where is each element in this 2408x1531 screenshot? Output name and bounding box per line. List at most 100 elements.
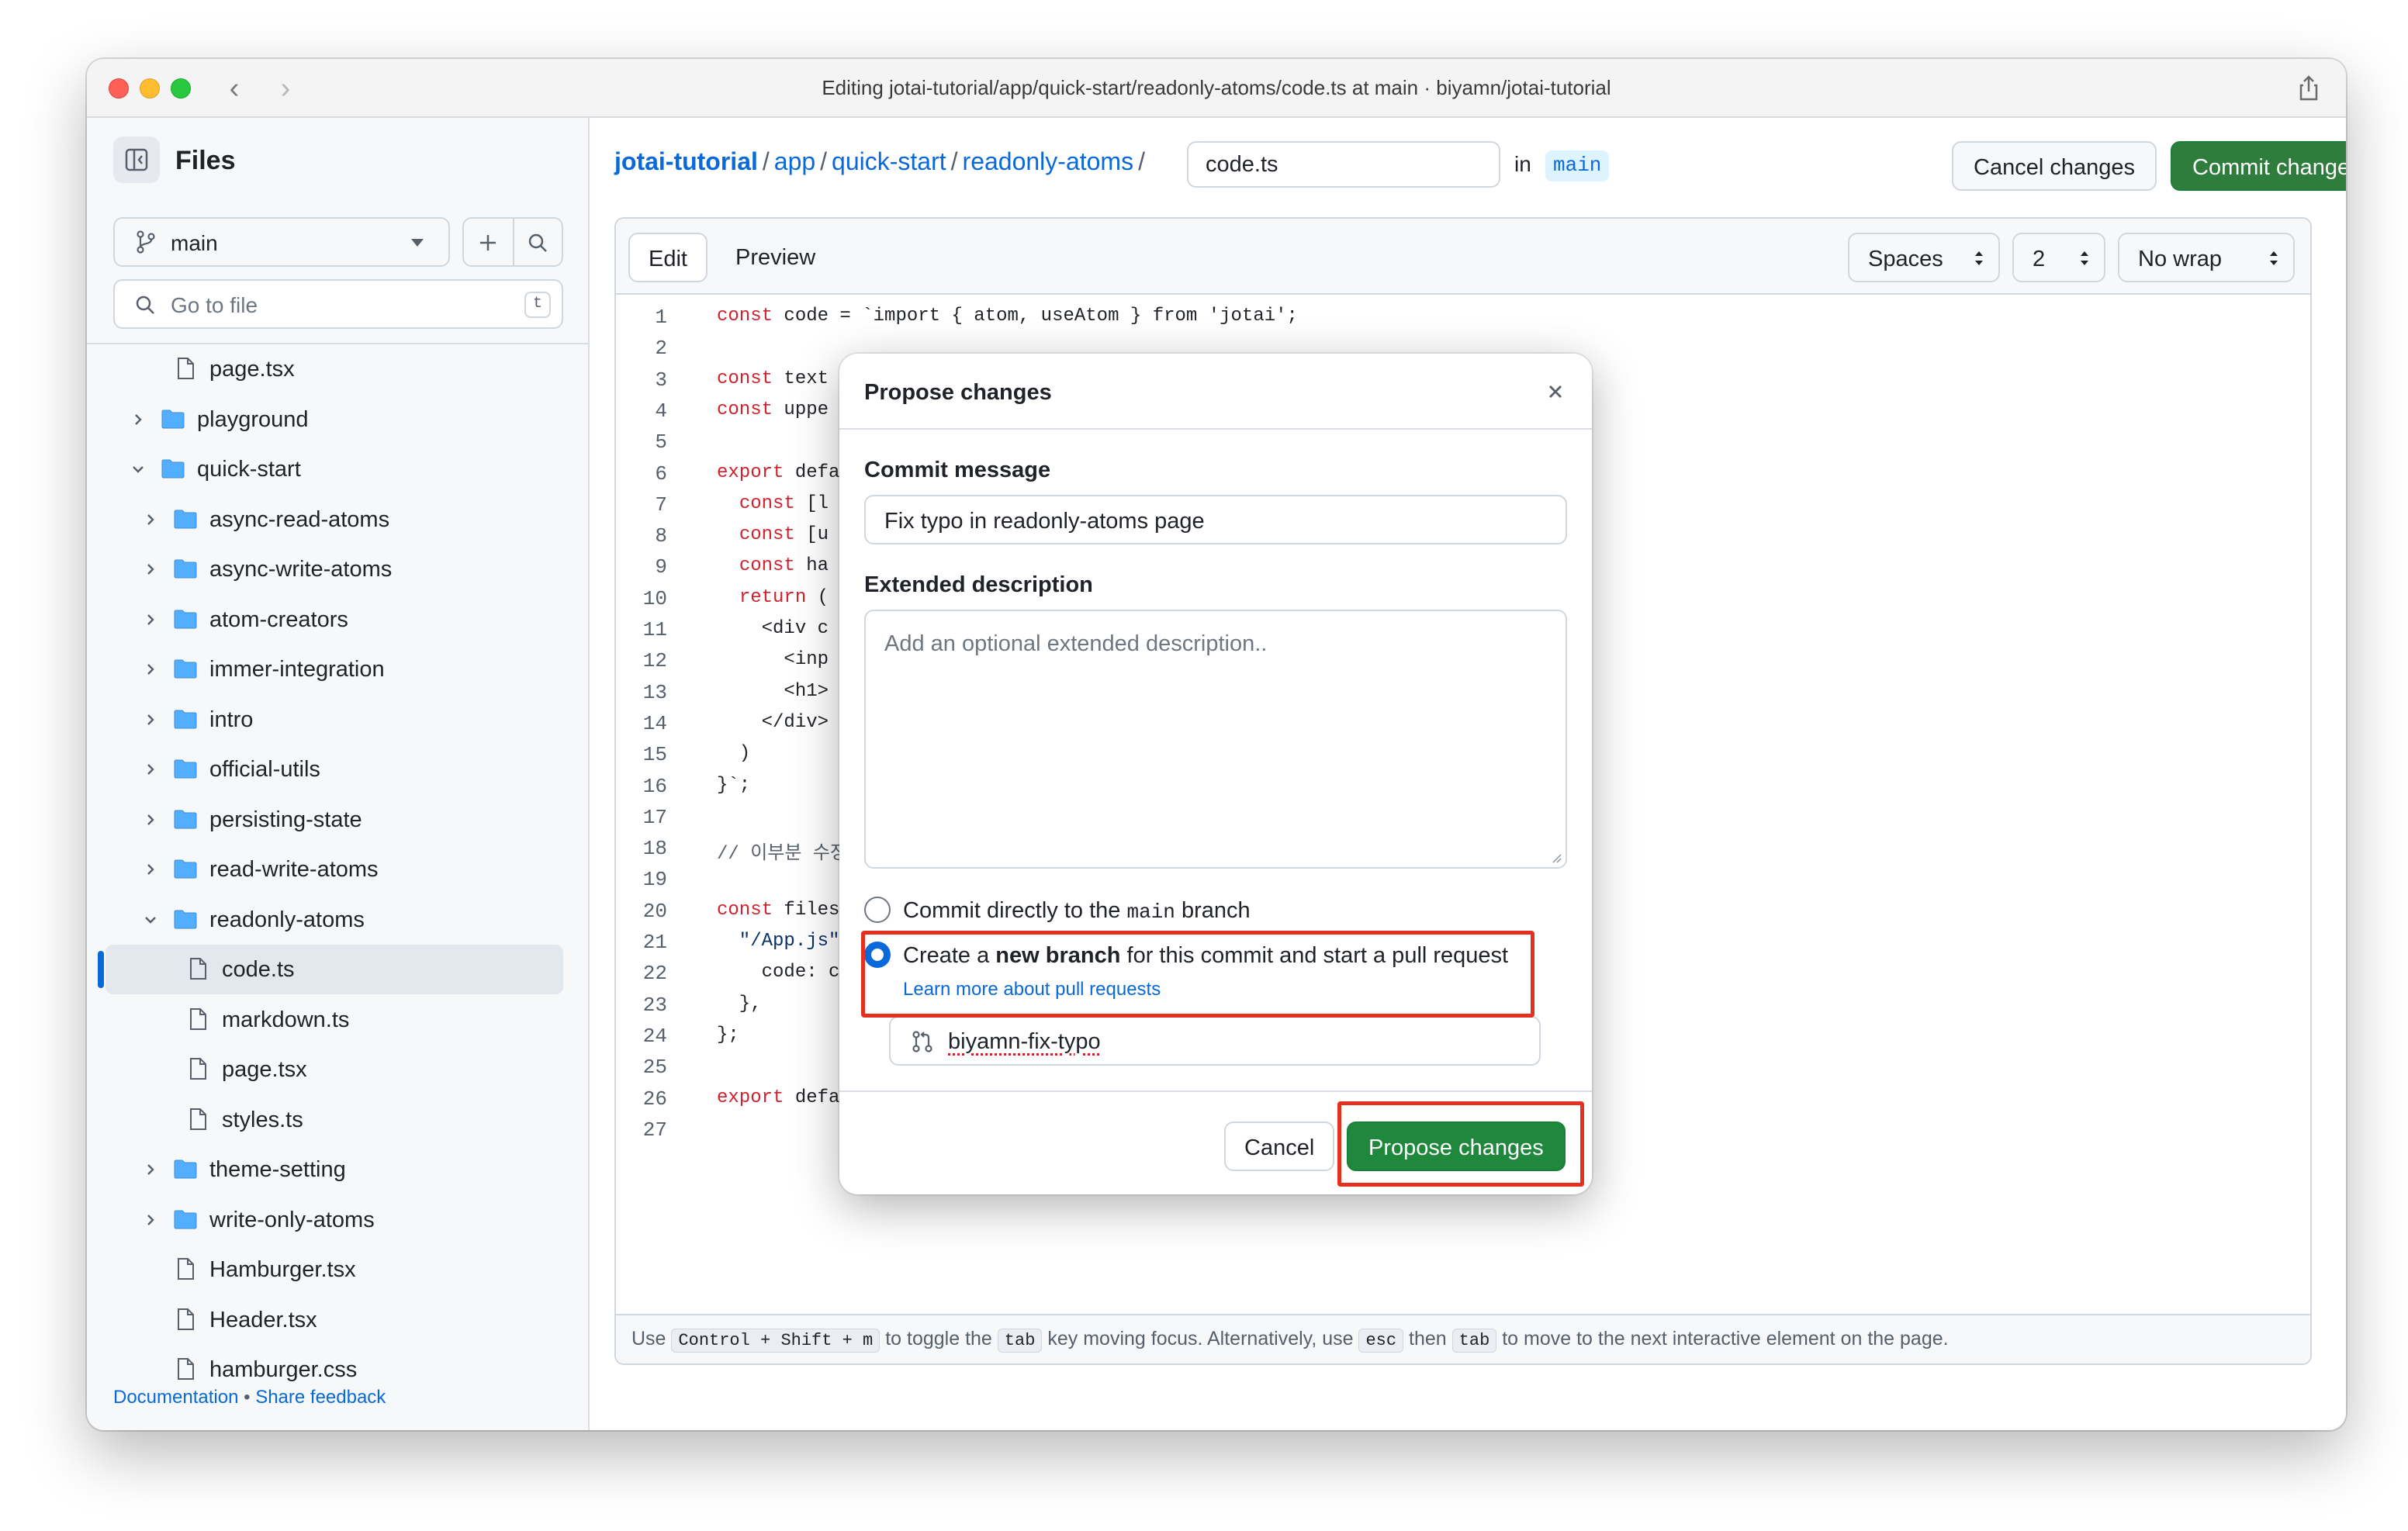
- breadcrumb-repo[interactable]: jotai-tutorial: [614, 147, 758, 175]
- tree-file[interactable]: code.ts: [87, 945, 588, 994]
- tree-item-label: markdown.ts: [222, 1007, 350, 1032]
- documentation-link[interactable]: Documentation: [113, 1387, 238, 1408]
- tree-file[interactable]: styles.ts: [87, 1095, 588, 1145]
- commit-direct-radio[interactable]: [864, 897, 891, 923]
- editor-toolbar: Edit Preview Spaces 2 No wrap: [616, 219, 2310, 295]
- hint-text: Use: [631, 1328, 666, 1350]
- line-number: 7: [655, 492, 667, 517]
- share-feedback-link[interactable]: Share feedback: [255, 1387, 386, 1408]
- search-icon[interactable]: [524, 230, 551, 256]
- code-text: const uppe: [717, 399, 829, 420]
- code-text: <h1>: [717, 680, 829, 702]
- chevron-down-icon[interactable]: [129, 460, 147, 479]
- chevron-right-icon[interactable]: [141, 1211, 160, 1229]
- tree-folder[interactable]: atom-creators: [87, 595, 588, 645]
- tree-file[interactable]: markdown.ts: [87, 995, 588, 1045]
- cancel-changes-button[interactable]: Cancel changes: [1952, 141, 2157, 191]
- line-number: 26: [642, 1087, 667, 1111]
- chevron-right-icon[interactable]: [129, 410, 147, 429]
- commit-message-input[interactable]: Fix typo in readonly-atoms page: [864, 495, 1567, 544]
- tab-preview[interactable]: Preview: [717, 233, 834, 282]
- line-number: 13: [642, 680, 667, 704]
- chevron-right-icon[interactable]: [141, 810, 160, 829]
- add-file-icon[interactable]: [475, 230, 501, 256]
- tree-folder[interactable]: async-read-atoms: [87, 495, 588, 544]
- new-branch-name-input[interactable]: biyamn-fix-typo: [889, 1016, 1541, 1066]
- option-text: Commit directly to the: [903, 898, 1121, 923]
- chevron-right-icon[interactable]: [141, 510, 160, 529]
- tree-file[interactable]: Header.tsx: [87, 1295, 588, 1345]
- tab-edit[interactable]: Edit: [628, 233, 708, 282]
- collapse-sidebar-button[interactable]: [113, 137, 160, 183]
- folder-icon: [172, 706, 199, 732]
- tree-folder[interactable]: official-utils: [87, 745, 588, 794]
- tree-item-label: write-only-atoms: [209, 1207, 375, 1232]
- tree-folder[interactable]: immer-integration: [87, 645, 588, 694]
- chevron-down-icon[interactable]: [141, 911, 160, 929]
- sidebar-title: Files: [175, 146, 236, 175]
- indent-mode-select[interactable]: Spaces: [1848, 233, 2000, 282]
- file-tree-sidebar: Files main Go to file t page.tsx playgro…: [87, 118, 590, 1430]
- tree-folder[interactable]: async-write-atoms: [87, 544, 588, 594]
- tree-file[interactable]: page.tsx: [87, 344, 588, 394]
- cancel-button[interactable]: Cancel: [1224, 1121, 1335, 1171]
- tree-folder[interactable]: quick-start: [87, 444, 588, 494]
- folder-icon: [172, 606, 199, 632]
- branch-badge: main: [1545, 150, 1610, 181]
- commit-message-label: Commit message: [864, 458, 1051, 482]
- tree-file[interactable]: page.tsx: [87, 1045, 588, 1094]
- share-icon[interactable]: [2293, 73, 2324, 104]
- tree-folder[interactable]: theme-setting: [87, 1145, 588, 1194]
- chevron-right-icon[interactable]: [141, 760, 160, 779]
- tree-item-label: Header.tsx: [209, 1307, 317, 1332]
- code-text: const [u: [739, 524, 829, 546]
- line-number: 6: [655, 461, 667, 486]
- line-number: 17: [642, 805, 667, 829]
- tree-folder[interactable]: read-write-atoms: [87, 845, 588, 894]
- tree-item-label: page.tsx: [222, 1057, 307, 1082]
- line-number: 19: [642, 868, 667, 892]
- file-icon: [185, 956, 211, 982]
- branch-selector[interactable]: main: [113, 217, 450, 267]
- tree-folder[interactable]: readonly-atoms: [87, 895, 588, 945]
- resize-handle-icon[interactable]: [1550, 852, 1562, 864]
- tree-item-label: immer-integration: [209, 657, 385, 682]
- folder-icon: [172, 906, 199, 932]
- chevron-right-icon[interactable]: [141, 560, 160, 579]
- folder-icon: [172, 555, 199, 582]
- chevron-right-icon[interactable]: [141, 710, 160, 729]
- chevron-right-icon[interactable]: [141, 610, 160, 629]
- tree-item-label: hamburger.css: [209, 1357, 358, 1382]
- code-text: },: [717, 993, 762, 1014]
- chevron-right-icon[interactable]: [141, 660, 160, 679]
- chevron-down-icon: [411, 239, 424, 247]
- search-icon: [136, 295, 154, 314]
- chevron-right-icon[interactable]: [141, 860, 160, 879]
- footer-separator: •: [244, 1387, 251, 1408]
- code-text: </div>: [717, 711, 829, 733]
- file-icon: [172, 355, 199, 382]
- file-icon: [185, 1106, 211, 1132]
- tree-folder[interactable]: persisting-state: [87, 795, 588, 845]
- indent-size-select[interactable]: 2: [2012, 233, 2105, 282]
- commit-changes-button[interactable]: Commit changes...: [2171, 141, 2346, 191]
- close-icon[interactable]: [1542, 378, 1569, 405]
- tree-folder[interactable]: write-only-atoms: [87, 1195, 588, 1245]
- filename-input[interactable]: code.ts: [1187, 141, 1500, 188]
- tree-folder[interactable]: playground: [87, 395, 588, 444]
- breadcrumb-readonly-atoms[interactable]: readonly-atoms: [963, 147, 1134, 175]
- app-window: ‹ › Editing jotai-tutorial/app/quick-sta…: [87, 59, 2346, 1430]
- tree-file[interactable]: Hamburger.tsx: [87, 1245, 588, 1294]
- extended-description-label: Extended description: [864, 572, 1093, 597]
- breadcrumb-app[interactable]: app: [774, 147, 815, 175]
- chevron-right-icon[interactable]: [141, 1160, 160, 1179]
- breadcrumb-quick-start[interactable]: quick-start: [832, 147, 946, 175]
- wrap-mode-select[interactable]: No wrap: [2118, 233, 2295, 282]
- breadcrumb: jotai-tutorial / app / quick-start / readonly-…: [614, 147, 1150, 176]
- extended-description-textarea[interactable]: Add an optional extended description..: [864, 610, 1567, 869]
- sidebar-toggle-icon: [125, 148, 148, 171]
- code-text: export defa: [717, 1087, 840, 1108]
- go-to-file-input[interactable]: Go to file t: [113, 279, 563, 329]
- tree-folder[interactable]: intro: [87, 695, 588, 745]
- keyboard-hint: Use Control + Shift + m to toggle the ta…: [616, 1314, 2310, 1363]
